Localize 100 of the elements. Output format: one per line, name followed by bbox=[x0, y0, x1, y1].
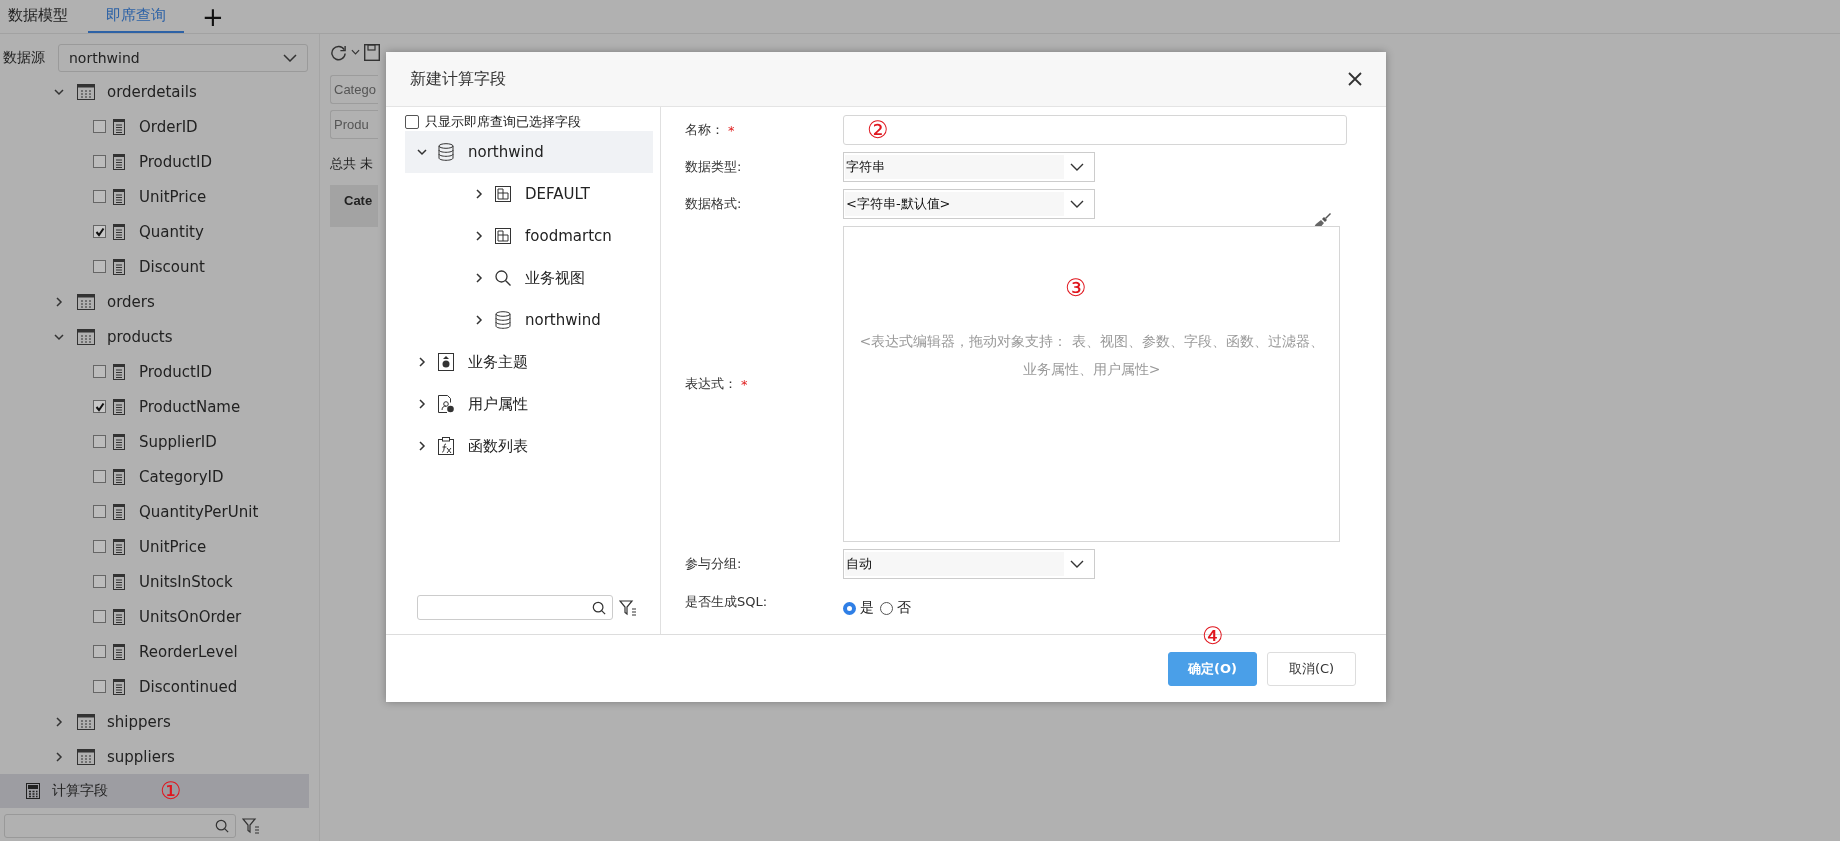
refresh-icon[interactable] bbox=[330, 43, 347, 61]
chevron-right-icon[interactable] bbox=[417, 357, 427, 367]
field-name[interactable]: ProductID bbox=[139, 362, 212, 381]
chevron-down-icon bbox=[1070, 200, 1084, 208]
query-summary: 总共 未 bbox=[330, 155, 375, 173]
grid-icon bbox=[495, 186, 511, 202]
column-header: Cate bbox=[330, 185, 378, 227]
datasource-select[interactable]: northwind bbox=[58, 44, 308, 72]
table-icon bbox=[77, 293, 95, 310]
table-name[interactable]: shippers bbox=[107, 712, 171, 731]
table-name[interactable]: orders bbox=[107, 292, 155, 311]
chevron-down-icon[interactable] bbox=[417, 147, 427, 157]
chevron-right-icon[interactable] bbox=[54, 751, 64, 762]
checkbox[interactable] bbox=[93, 260, 106, 273]
chevron-right-icon[interactable] bbox=[417, 399, 427, 409]
table-name[interactable]: orderdetails bbox=[107, 82, 197, 101]
search-field[interactable] bbox=[4, 814, 236, 838]
field-name[interactable]: UnitPrice bbox=[139, 187, 207, 206]
search-icon bbox=[215, 819, 229, 833]
table-name[interactable]: products bbox=[107, 327, 173, 346]
field-name[interactable]: UnitsOnOrder bbox=[139, 607, 242, 626]
query-field[interactable]: Catego bbox=[330, 75, 378, 104]
field-icon bbox=[113, 573, 125, 590]
clipboard-icon bbox=[438, 437, 454, 455]
query-field[interactable]: Produ bbox=[330, 110, 378, 139]
tab[interactable]: 数据模型 bbox=[0, 0, 80, 33]
save-icon[interactable] bbox=[364, 43, 380, 61]
tree-item[interactable]: 函数列表 bbox=[405, 425, 653, 467]
form-label: 数据格式: bbox=[685, 195, 742, 213]
form-label: 名称： bbox=[685, 121, 724, 139]
field-name[interactable]: OrderID bbox=[139, 117, 198, 136]
dropdown[interactable]: 自动 bbox=[843, 549, 1095, 579]
filter-icon[interactable] bbox=[242, 818, 260, 834]
tree-item[interactable]: DEFAULT bbox=[405, 173, 653, 215]
search-icon bbox=[592, 600, 606, 615]
field-name[interactable]: QuantityPerUnit bbox=[139, 502, 259, 521]
field-name[interactable]: UnitPrice bbox=[139, 537, 207, 556]
filter-icon[interactable] bbox=[619, 599, 637, 616]
field-name[interactable]: ReorderLevel bbox=[139, 642, 238, 661]
table-name[interactable]: suppliers bbox=[107, 747, 175, 766]
checkbox[interactable] bbox=[93, 225, 106, 238]
chevron-right-icon[interactable] bbox=[417, 441, 427, 451]
field-icon bbox=[113, 258, 125, 275]
field-icon bbox=[113, 398, 125, 415]
close-icon[interactable] bbox=[1348, 72, 1362, 86]
chevron-down-icon[interactable] bbox=[54, 86, 64, 97]
add-tab-button[interactable]: + bbox=[192, 0, 234, 33]
checkbox[interactable] bbox=[93, 120, 106, 133]
checkbox[interactable] bbox=[405, 115, 419, 129]
chevron-right-icon[interactable] bbox=[474, 273, 484, 283]
field-name[interactable]: CategoryID bbox=[139, 467, 224, 486]
field-name[interactable]: UnitsInStock bbox=[139, 572, 233, 591]
field-name[interactable]: ProductName bbox=[139, 397, 241, 416]
checkbox-label: 只显示即席查询已选择字段 bbox=[425, 113, 581, 131]
checkbox[interactable] bbox=[93, 190, 106, 203]
dropdown[interactable]: 字符串 bbox=[843, 152, 1095, 182]
database-icon bbox=[438, 143, 454, 161]
chevron-down-icon[interactable] bbox=[54, 331, 64, 342]
radio-button[interactable] bbox=[843, 601, 856, 615]
form-label: 表达式： bbox=[685, 375, 737, 393]
dropdown[interactable]: <字符串-默认值> bbox=[843, 189, 1095, 219]
field-name[interactable]: SupplierID bbox=[139, 432, 217, 451]
field-icon bbox=[113, 608, 125, 625]
field-icon bbox=[113, 433, 125, 450]
tree-item[interactable]: 用户属性 bbox=[405, 383, 653, 425]
cancel-button[interactable]: 取消(C) bbox=[1267, 651, 1356, 686]
field-name[interactable]: Discount bbox=[139, 257, 205, 276]
annotation-number: ① bbox=[160, 779, 182, 803]
tree-item[interactable]: northwind bbox=[405, 131, 653, 173]
field-name[interactable]: Discontinued bbox=[139, 677, 238, 696]
form-label: 是否生成SQL: bbox=[685, 592, 768, 611]
chevron-right-icon[interactable] bbox=[474, 231, 484, 241]
checkbox[interactable] bbox=[93, 575, 106, 588]
checkbox[interactable] bbox=[93, 155, 106, 168]
checkbox[interactable] bbox=[93, 680, 106, 693]
tree-item[interactable]: 业务主题 bbox=[405, 341, 653, 383]
chevron-right-icon[interactable] bbox=[54, 296, 64, 307]
field-name[interactable]: Quantity bbox=[139, 222, 204, 241]
tree-item[interactable]: northwind bbox=[405, 299, 653, 341]
chevron-right-icon[interactable] bbox=[474, 189, 484, 199]
checkbox[interactable] bbox=[93, 365, 106, 378]
checkbox[interactable] bbox=[93, 400, 106, 413]
checkbox[interactable] bbox=[93, 470, 106, 483]
form-label: 参与分组: bbox=[685, 555, 742, 573]
annotation-number: ③ bbox=[1065, 276, 1087, 300]
chevron-right-icon[interactable] bbox=[54, 716, 64, 727]
tree-item[interactable]: 业务视图 bbox=[405, 257, 653, 299]
field-icon bbox=[113, 678, 125, 695]
checkbox[interactable] bbox=[93, 645, 106, 658]
tree-item[interactable]: foodmartcn bbox=[405, 215, 653, 257]
chevron-right-icon[interactable] bbox=[474, 315, 484, 325]
checkbox[interactable] bbox=[93, 435, 106, 448]
name-input[interactable] bbox=[843, 115, 1347, 145]
field-name[interactable]: ProductID bbox=[139, 152, 212, 171]
search-field[interactable] bbox=[417, 595, 613, 620]
caret-icon[interactable] bbox=[351, 49, 360, 55]
required-mark: * bbox=[728, 122, 735, 138]
checkbox[interactable] bbox=[93, 610, 106, 623]
checkbox[interactable] bbox=[93, 540, 106, 553]
checkbox[interactable] bbox=[93, 505, 106, 518]
